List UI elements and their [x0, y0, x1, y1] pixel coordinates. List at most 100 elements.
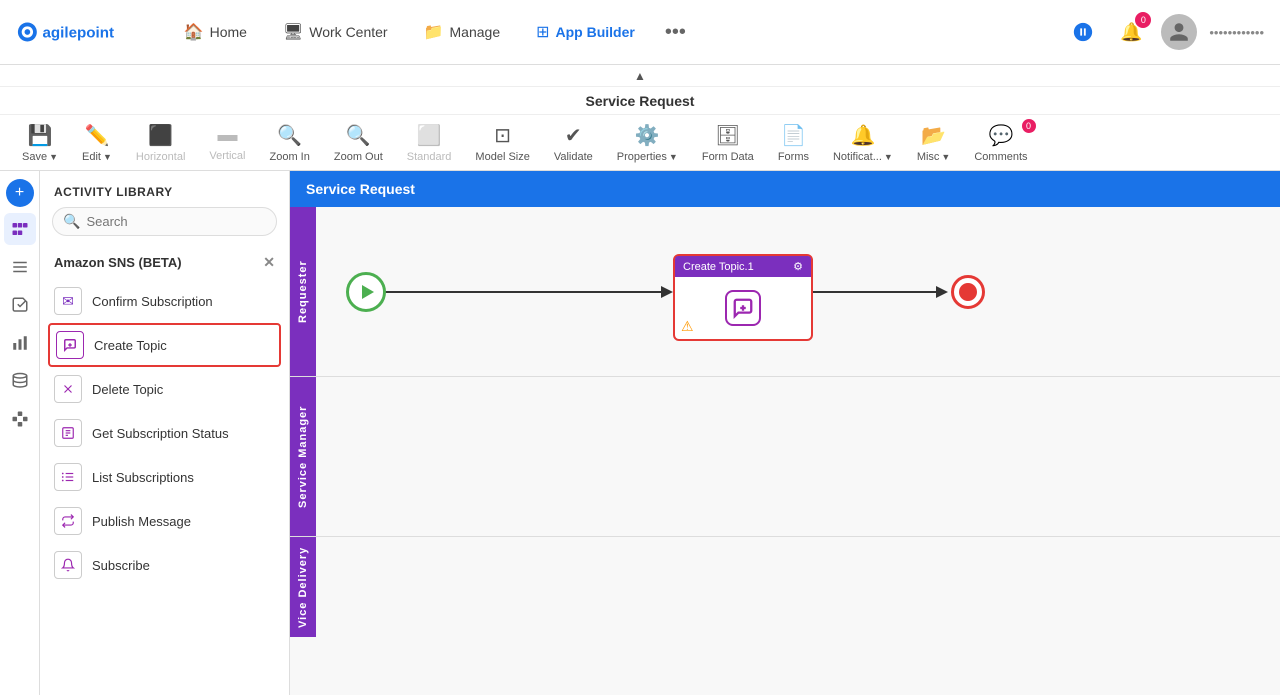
- collapse-bar[interactable]: ▲: [0, 65, 1280, 87]
- standard-button[interactable]: ⬜ Standard: [397, 119, 462, 167]
- delete-topic-icon: [54, 375, 82, 403]
- vertical-label: Vertical: [209, 150, 245, 162]
- sidebar-icons: +: [0, 171, 40, 695]
- swimlane-service-manager: Service Manager: [290, 377, 1280, 537]
- notifications-toolbar-icon: 🔔: [850, 123, 875, 148]
- logo[interactable]: agilepoint: [16, 14, 130, 50]
- horizontal-button[interactable]: ⬛ Horizontal: [126, 119, 196, 167]
- comments-badge: 0: [1022, 119, 1036, 133]
- app-builder-icon: ⊞: [536, 22, 549, 42]
- confirm-subscription-icon: ✉: [54, 287, 82, 315]
- edit-icon: ✏️: [84, 123, 109, 148]
- nav-manage-label: Manage: [450, 24, 501, 40]
- ai-assistant-button[interactable]: [1065, 14, 1101, 50]
- activity-item-list-subscriptions[interactable]: List Subscriptions: [40, 455, 289, 499]
- vertical-button[interactable]: ▬ Vertical: [199, 120, 255, 166]
- validate-icon: ✔: [565, 123, 582, 148]
- section-header: Amazon SNS (BETA) ✕: [40, 246, 289, 279]
- node-gear-icon[interactable]: ⚙: [793, 260, 803, 273]
- manage-icon: 📁: [424, 22, 444, 42]
- search-input[interactable]: [86, 214, 266, 229]
- node-plus-icon: [725, 290, 761, 326]
- swimlane-requester: Requester: [290, 207, 1280, 377]
- misc-icon: 📂: [921, 123, 946, 148]
- comments-button[interactable]: 💬 Comments 0: [964, 119, 1037, 167]
- nav-home[interactable]: 🏠 Home: [170, 14, 261, 50]
- vertical-icon: ▬: [217, 124, 237, 147]
- nav-more-button[interactable]: •••: [657, 13, 694, 52]
- validate-button[interactable]: ✔ Validate: [544, 119, 603, 167]
- save-button[interactable]: 💾 Save ▼: [12, 119, 68, 167]
- model-size-button[interactable]: ⊡ Model Size: [465, 119, 539, 167]
- work-center-icon: 🖥: [283, 22, 303, 42]
- subscribe-label: Subscribe: [92, 558, 150, 573]
- workflow-end-node[interactable]: [951, 275, 985, 309]
- properties-button[interactable]: ⚙️ Properties ▼: [607, 119, 688, 167]
- avatar[interactable]: [1161, 14, 1197, 50]
- model-size-icon: ⊡: [494, 123, 511, 148]
- swimlane-vice-delivery-body: [316, 537, 1280, 695]
- swimlane-service-manager-label: Service Manager: [290, 377, 316, 536]
- properties-label: Properties: [617, 151, 667, 163]
- list-subscriptions-label: List Subscriptions: [92, 470, 194, 485]
- forms-icon: 📄: [781, 123, 806, 148]
- notifications-toolbar-button[interactable]: 🔔 Notificat... ▼: [823, 119, 903, 167]
- sidebar-icon-flow[interactable]: [4, 213, 36, 245]
- swimlane-vice-delivery: Vice Delivery: [290, 537, 1280, 637]
- sidebar-icon-data[interactable]: [4, 365, 36, 397]
- validate-label: Validate: [554, 151, 593, 163]
- activity-item-subscribe[interactable]: Subscribe: [40, 543, 289, 587]
- properties-arrow: ▼: [669, 152, 678, 162]
- canvas-content[interactable]: Requester: [290, 207, 1280, 695]
- sidebar-icon-settings[interactable]: [4, 403, 36, 435]
- activity-item-confirm-subscription[interactable]: ✉ Confirm Subscription: [40, 279, 289, 323]
- subtitle-bar: Service Request: [0, 87, 1280, 115]
- canvas-area: Service Request Requester: [290, 171, 1280, 695]
- notifications-button[interactable]: 🔔 0: [1113, 14, 1149, 50]
- nav-work-center[interactable]: 🖥 Work Center: [269, 14, 402, 50]
- nav-manage[interactable]: 📁 Manage: [410, 14, 515, 50]
- zoom-in-button[interactable]: 🔍 Zoom In: [260, 119, 320, 167]
- section-close-button[interactable]: ✕: [263, 254, 275, 271]
- sidebar-icon-chart[interactable]: [4, 327, 36, 359]
- end-node-inner: [959, 283, 977, 301]
- publish-message-icon: [54, 507, 82, 535]
- get-subscription-status-label: Get Subscription Status: [92, 426, 229, 441]
- warning-icon: ⚠: [681, 318, 694, 335]
- properties-icon: ⚙️: [635, 123, 660, 148]
- subscribe-icon: [54, 551, 82, 579]
- node-title: Create Topic.1: [683, 261, 754, 273]
- activity-item-get-subscription-status[interactable]: Get Subscription Status: [40, 411, 289, 455]
- edit-button[interactable]: ✏️ Edit ▼: [72, 119, 122, 167]
- activity-item-create-topic[interactable]: Create Topic: [48, 323, 281, 367]
- nav-app-builder[interactable]: ⊞ App Builder: [522, 14, 649, 50]
- workflow-node-create-topic[interactable]: Create Topic.1 ⚙: [673, 254, 813, 341]
- zoom-out-button[interactable]: 🔍 Zoom Out: [324, 119, 393, 167]
- form-data-label: Form Data: [702, 151, 754, 163]
- edit-arrow: ▼: [103, 152, 112, 162]
- nav-work-center-label: Work Center: [309, 24, 387, 40]
- search-box[interactable]: 🔍: [52, 207, 277, 236]
- standard-label: Standard: [407, 151, 452, 163]
- activity-item-publish-message[interactable]: Publish Message: [40, 499, 289, 543]
- create-topic-icon: [56, 331, 84, 359]
- notifications-toolbar-label: Notificat...: [833, 151, 882, 163]
- activity-item-delete-topic[interactable]: Delete Topic: [40, 367, 289, 411]
- sidebar-icon-tasks[interactable]: [4, 289, 36, 321]
- notification-badge: 0: [1135, 12, 1151, 28]
- get-subscription-status-icon: [54, 419, 82, 447]
- forms-button[interactable]: 📄 Forms: [768, 119, 819, 167]
- chevron-up-icon: ▲: [634, 69, 646, 83]
- form-data-button[interactable]: 🗄 Form Data: [692, 119, 764, 167]
- add-activity-button[interactable]: +: [6, 179, 34, 207]
- nav-right: 🔔 0 ••••••••••••: [1065, 14, 1264, 50]
- misc-label: Misc: [917, 151, 940, 163]
- comments-label: Comments: [974, 151, 1027, 163]
- workflow-start-node[interactable]: [346, 272, 386, 312]
- notifications-arrow: ▼: [884, 152, 893, 162]
- standard-icon: ⬜: [417, 123, 442, 148]
- node-icon-area: [683, 283, 803, 333]
- sidebar-icon-list[interactable]: [4, 251, 36, 283]
- misc-button[interactable]: 📂 Misc ▼: [907, 119, 961, 167]
- user-name: ••••••••••••: [1209, 25, 1264, 40]
